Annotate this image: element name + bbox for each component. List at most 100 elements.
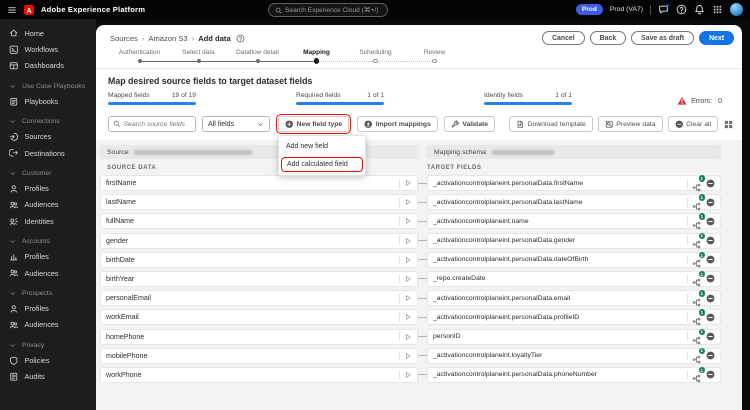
breadcrumb-amazon-s3[interactable]: Amazon S3 <box>148 34 187 43</box>
notifications-icon[interactable] <box>694 4 705 15</box>
validate-button[interactable]: Validate <box>443 116 496 132</box>
target-field-card[interactable]: _activationcontrolplaneint.loyaltyTier 1 <box>427 347 721 364</box>
mapping-detail-control[interactable]: 1 <box>692 194 705 210</box>
map-tree-icon[interactable] <box>692 355 701 364</box>
wizard-step[interactable]: Scheduling <box>346 48 405 65</box>
source-field-card[interactable]: personalEmail <box>100 290 418 307</box>
source-field-card[interactable]: mobilePhone <box>100 347 418 364</box>
menu-item[interactable]: Add calculated field <box>282 158 362 171</box>
mapping-detail-control[interactable]: 1 <box>692 290 705 306</box>
mapping-detail-control[interactable]: 1 <box>692 347 705 364</box>
mapping-detail-control[interactable]: 1 <box>692 366 705 383</box>
download-template-button[interactable]: Download template <box>509 116 593 132</box>
sidebar-item[interactable]: Accounts <box>0 235 96 249</box>
map-tree-icon[interactable] <box>692 259 701 268</box>
mapping-detail-control[interactable]: 1 <box>692 328 705 345</box>
feedback-icon[interactable] <box>658 4 669 15</box>
mapping-detail-control[interactable]: 1 <box>692 251 705 268</box>
sidebar-item[interactable]: Sources <box>0 129 96 145</box>
source-field-card[interactable]: firstName <box>100 175 418 191</box>
target-field-card[interactable]: _activationcontrolplaneint.personalData.… <box>427 251 721 268</box>
map-tree-icon[interactable] <box>692 298 701 307</box>
map-tree-icon[interactable] <box>692 317 701 326</box>
source-field-card[interactable]: fullName <box>100 213 418 230</box>
source-field-card[interactable]: birthYear <box>100 270 418 287</box>
remove-mapping-icon[interactable] <box>706 332 715 341</box>
remove-mapping-icon[interactable] <box>706 274 715 283</box>
page-help-icon[interactable] <box>236 34 245 43</box>
target-field-card[interactable]: _activationcontrolplaneint.personalData.… <box>427 175 721 191</box>
remove-mapping-icon[interactable] <box>706 217 715 226</box>
sidebar-item[interactable]: Profiles <box>0 249 96 265</box>
sidebar-item[interactable]: Destinations <box>0 145 96 161</box>
remove-mapping-icon[interactable] <box>706 198 715 207</box>
map-arrow-icon[interactable] <box>404 275 412 283</box>
map-arrow-icon[interactable] <box>404 179 412 187</box>
mapping-detail-control[interactable]: 1 <box>692 213 705 230</box>
import-mappings-button[interactable]: Import mappings <box>357 116 438 132</box>
target-field-card[interactable]: _activationcontrolplaneint.name 1 <box>427 213 721 230</box>
map-tree-icon[interactable] <box>692 240 701 249</box>
menu-item[interactable]: Add new field <box>279 139 365 154</box>
source-field-card[interactable]: birthDate <box>100 251 418 268</box>
source-field-card[interactable]: gender <box>100 232 418 249</box>
target-field-card[interactable]: _activationcontrolplaneint.personalData.… <box>427 366 721 383</box>
remove-mapping-icon[interactable] <box>706 351 715 360</box>
map-arrow-icon[interactable] <box>404 371 412 379</box>
wizard-step[interactable]: Authentication <box>110 48 169 65</box>
target-field-card[interactable]: _activationcontrolplaneint.personalData.… <box>427 290 721 307</box>
remove-mapping-icon[interactable] <box>706 294 715 303</box>
sidebar-item[interactable]: Audiences <box>0 197 96 213</box>
environment-badge[interactable]: Prod <box>575 4 603 15</box>
map-tree-icon[interactable] <box>692 183 701 192</box>
hamburger-menu-icon[interactable] <box>7 5 17 15</box>
wizard-step[interactable]: Select data <box>169 48 228 65</box>
map-tree-icon[interactable] <box>692 278 701 287</box>
app-switcher-icon[interactable] <box>712 4 723 15</box>
sidebar-item[interactable]: Profiles <box>0 180 96 196</box>
layout-toggle-icon[interactable] <box>723 119 734 130</box>
user-avatar[interactable] <box>730 3 743 16</box>
remove-mapping-icon[interactable] <box>706 370 715 379</box>
source-field-card[interactable]: homePhone <box>100 328 418 345</box>
preview-data-button[interactable]: Preview data <box>597 116 663 132</box>
target-field-card[interactable]: _activationcontrolplaneint.personalData.… <box>427 194 721 211</box>
sidebar-item[interactable]: Identities <box>0 213 96 229</box>
environment-name[interactable]: Prod (VA7) <box>610 6 643 13</box>
save-as-draft-button[interactable]: Save as draft <box>631 31 695 45</box>
sidebar-item[interactable]: Prospects <box>0 286 96 300</box>
cancel-button[interactable]: Cancel <box>542 31 585 45</box>
back-button[interactable]: Back <box>589 31 627 45</box>
next-button[interactable]: Next <box>699 31 734 45</box>
sidebar-item[interactable]: Audiences <box>0 317 96 333</box>
map-arrow-icon[interactable] <box>404 237 412 245</box>
target-field-card[interactable]: _repo.createDate 1 <box>427 270 721 287</box>
map-tree-icon[interactable] <box>692 221 701 230</box>
mapping-detail-control[interactable]: 1 <box>692 232 705 249</box>
source-field-card[interactable]: workEmail <box>100 309 418 326</box>
breadcrumb-sources[interactable]: Sources <box>110 34 138 43</box>
sidebar-item[interactable]: Playbooks <box>0 93 96 109</box>
sidebar-item[interactable]: Policies <box>0 352 96 368</box>
remove-mapping-icon[interactable] <box>706 236 715 245</box>
sidebar-item[interactable]: Audiences <box>0 265 96 281</box>
map-arrow-icon[interactable] <box>404 313 412 321</box>
sidebar-item[interactable]: Connections <box>0 115 96 129</box>
map-arrow-icon[interactable] <box>404 333 412 341</box>
wizard-step[interactable]: Dataflow detail <box>228 48 287 65</box>
map-tree-icon[interactable] <box>692 336 701 345</box>
target-field-card[interactable]: _activationcontrolplaneint.personalData.… <box>427 309 721 326</box>
map-arrow-icon[interactable] <box>404 352 412 360</box>
source-field-card[interactable]: lastName <box>100 194 418 211</box>
new-field-type-button[interactable]: New field type <box>278 116 350 132</box>
sidebar-item[interactable]: Home <box>0 25 96 41</box>
sidebar-item[interactable]: Audits <box>0 368 96 384</box>
map-arrow-icon[interactable] <box>404 198 412 206</box>
map-arrow-icon[interactable] <box>404 217 412 225</box>
remove-mapping-icon[interactable] <box>706 255 715 264</box>
global-search-input[interactable] <box>285 6 381 14</box>
wizard-step[interactable]: Mapping <box>287 48 346 65</box>
source-fields-search-input[interactable] <box>123 120 191 128</box>
map-tree-icon[interactable] <box>692 374 701 383</box>
map-arrow-icon[interactable] <box>404 256 412 264</box>
